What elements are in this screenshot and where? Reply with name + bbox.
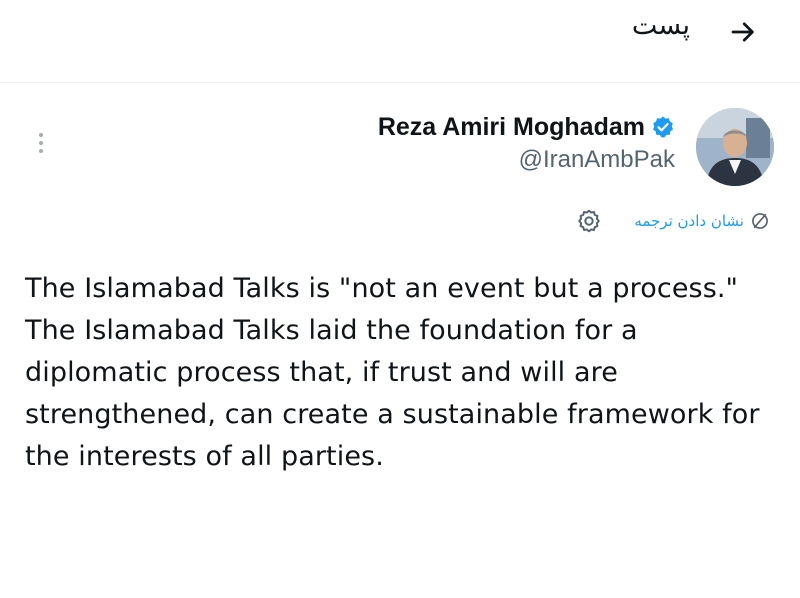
arrow-right-icon: [731, 22, 754, 42]
author-name: Reza Amiri Moghadam: [377, 113, 645, 141]
tweet-text: The Islamabad Talks is "not an event but…: [25, 268, 785, 478]
more-options-button[interactable]: [28, 124, 54, 162]
tweet-paragraph: The Islamabad Talks laid the foundation …: [25, 315, 760, 472]
gear-icon[interactable]: [576, 208, 602, 234]
author-handle: @IranAmbPak: [518, 146, 675, 173]
author-info[interactable]: Reza Amiri Moghadam @IranAmbPak: [378, 112, 675, 174]
show-translation-link[interactable]: نشان دادن ترجمه: [634, 211, 770, 231]
ellipsis-dot: [39, 149, 43, 153]
verified-badge-icon: [653, 116, 673, 138]
ellipsis-dot: [39, 141, 43, 145]
post-screen: پست Reza Amiri Moghadam @IranAmbPak نشان…: [0, 0, 800, 598]
author-name-row: Reza Amiri Moghadam: [378, 112, 675, 142]
page-title: پست: [631, 10, 690, 41]
translate-icon: [752, 213, 768, 229]
tweet-paragraph: The Islamabad Talks is "not an event but…: [25, 273, 739, 304]
vertical-ellipsis-icon: [39, 133, 43, 137]
avatar-photo: [696, 108, 774, 186]
show-translation-label: نشان دادن ترجمه: [634, 212, 744, 230]
avatar[interactable]: [696, 108, 774, 186]
translate-row: نشان دادن ترجمه: [576, 208, 770, 234]
back-button[interactable]: [721, 12, 765, 52]
top-bar: پست: [0, 0, 800, 83]
